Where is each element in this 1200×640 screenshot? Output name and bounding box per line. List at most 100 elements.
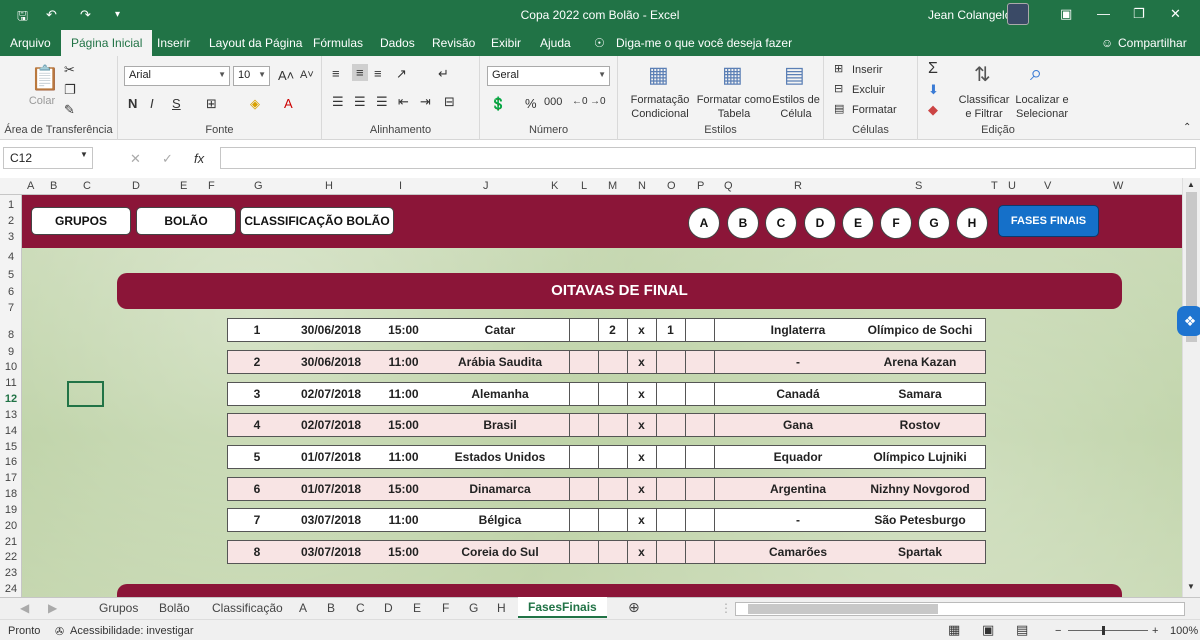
match-sa[interactable] (656, 509, 685, 531)
group-b-button[interactable]: B (727, 207, 759, 239)
row-header[interactable]: 3 (0, 231, 22, 243)
grow-font-icon[interactable]: A˄ (278, 68, 294, 83)
match-date[interactable]: 30/06/2018 (286, 351, 376, 373)
tab-exibir[interactable]: Exibir (491, 36, 521, 50)
wrap-text-icon[interactable]: ↵ (438, 66, 449, 82)
currency-icon[interactable]: 💲 (490, 96, 506, 112)
font-color-icon[interactable]: A (284, 96, 293, 111)
column-header[interactable]: V (1044, 180, 1051, 192)
format-cells-button[interactable]: Formatar (852, 103, 897, 117)
match-home[interactable]: Dinamarca (431, 478, 569, 500)
match-sh[interactable] (598, 509, 627, 531)
paste-icon[interactable]: 📋 (30, 64, 60, 93)
match-venue[interactable]: Samara (855, 383, 985, 405)
match-sa[interactable] (656, 541, 685, 563)
underline-button[interactable]: S (172, 96, 181, 111)
tell-me-box[interactable]: Diga-me o que você deseja fazer (616, 36, 792, 50)
match-x[interactable]: x (627, 478, 656, 500)
match-sa[interactable] (656, 414, 685, 436)
row-header[interactable]: 8 (0, 329, 22, 341)
match-num[interactable]: 2 (228, 351, 286, 373)
align-right-icon[interactable]: ☰ (376, 94, 388, 110)
column-header[interactable]: K (551, 180, 558, 192)
column-header[interactable]: E (180, 180, 187, 192)
sheet-tab[interactable]: B (327, 601, 335, 615)
match-sa[interactable] (656, 351, 685, 373)
row-header[interactable]: 12 (0, 393, 22, 405)
match-time[interactable]: 11:00 (376, 351, 431, 373)
match-num[interactable]: 1 (228, 319, 286, 341)
column-header[interactable]: A (27, 180, 34, 192)
match-time[interactable]: 15:00 (376, 414, 431, 436)
user-name[interactable]: Jean Colangelo (928, 8, 1011, 22)
paste-label[interactable]: Colar (22, 94, 62, 108)
match-num[interactable]: 6 (228, 478, 286, 500)
column-header[interactable]: G (254, 180, 263, 192)
match-time[interactable]: 15:00 (376, 478, 431, 500)
column-header[interactable]: J (483, 180, 489, 192)
dropbox-icon[interactable]: ❖ (1177, 306, 1200, 336)
zoom-level[interactable]: 100% (1170, 625, 1198, 637)
match-row[interactable]: 8 03/07/2018 15:00 Coreia do Sul x Camarões Sp… (227, 540, 986, 564)
group-e-button[interactable]: E (842, 207, 874, 239)
column-header[interactable]: Q (724, 180, 733, 192)
percent-button[interactable]: % (525, 96, 537, 111)
share-button[interactable]: Compartilhar (1118, 36, 1187, 50)
delete-cells-icon[interactable]: ⊟ (834, 82, 843, 95)
column-header[interactable]: B (50, 180, 57, 192)
match-date[interactable]: 01/07/2018 (286, 478, 376, 500)
match-sa[interactable]: 1 (656, 319, 685, 341)
group-d-button[interactable]: D (804, 207, 836, 239)
match-time[interactable]: 15:00 (376, 541, 431, 563)
column-header[interactable]: R (794, 180, 802, 192)
sheet-tab[interactable]: E (413, 601, 421, 615)
match-date[interactable]: 02/07/2018 (286, 414, 376, 436)
match-num[interactable]: 4 (228, 414, 286, 436)
match-time[interactable]: 11:00 (376, 383, 431, 405)
match-row[interactable]: 5 01/07/2018 11:00 Estados Unidos x Equador Ol… (227, 445, 986, 469)
row-header[interactable]: 19 (0, 504, 22, 516)
clear-icon[interactable]: ◆ (928, 102, 938, 118)
match-venue[interactable]: São Petesburgo (855, 509, 985, 531)
ribbon-options-icon[interactable]: ▣ (1060, 6, 1072, 22)
zoom-in-icon[interactable]: + (1152, 625, 1158, 637)
format-painter-icon[interactable]: ✎ (64, 102, 75, 118)
tab-revisao[interactable]: Revisão (432, 36, 475, 50)
scroll-down-icon[interactable]: ▼ (1187, 582, 1195, 591)
hscroll-thumb[interactable] (748, 604, 938, 614)
format-table-icon[interactable]: ▦ (722, 62, 743, 88)
match-sh[interactable] (598, 414, 627, 436)
maximize-icon[interactable]: ❐ (1133, 6, 1145, 22)
sheet-tab[interactable]: C (356, 601, 365, 615)
sheet-tab[interactable]: D (384, 601, 393, 615)
name-box-dropdown-icon[interactable]: ▼ (80, 150, 88, 159)
column-header[interactable]: H (325, 180, 333, 192)
number-format-select[interactable]: Geral ▼ (487, 66, 610, 86)
scroll-up-icon[interactable]: ▲ (1187, 180, 1195, 189)
match-x[interactable]: x (627, 414, 656, 436)
zoom-out-icon[interactable]: − (1055, 625, 1061, 637)
accessibility-icon[interactable]: ✇ (55, 625, 64, 638)
align-center-icon[interactable]: ☰ (354, 94, 366, 110)
vertical-scrollbar[interactable]: ▲ ❖ ▼ (1177, 178, 1200, 597)
column-header[interactable]: I (399, 180, 402, 192)
align-top-icon[interactable]: ≡ (332, 66, 340, 81)
match-x[interactable]: x (627, 319, 656, 341)
match-num[interactable]: 5 (228, 446, 286, 468)
column-header[interactable]: S (915, 180, 922, 192)
match-home[interactable]: Alemanha (431, 383, 569, 405)
conditional-format-button[interactable]: Formatação Condicional (620, 93, 700, 121)
sheet-tab[interactable]: H (497, 601, 506, 615)
enter-icon[interactable]: ✓ (162, 151, 173, 167)
conditional-format-icon[interactable]: ▦ (648, 62, 669, 88)
sheet-tab-active[interactable]: FasesFinais (518, 597, 607, 618)
align-bottom-icon[interactable]: ≡ (374, 66, 382, 81)
sheet-tab[interactable]: Classificação (212, 601, 283, 615)
match-num[interactable]: 7 (228, 509, 286, 531)
avatar[interactable] (1007, 3, 1029, 25)
column-header[interactable]: C (83, 180, 91, 192)
match-sh[interactable] (598, 383, 627, 405)
worksheet[interactable]: GRUPOS BOLÃO CLASSIFICAÇÃO BOLÃO A B C D… (22, 195, 1182, 597)
match-x[interactable]: x (627, 351, 656, 373)
match-row[interactable]: 6 01/07/2018 15:00 Dinamarca x Argentina Nizhn… (227, 477, 986, 501)
